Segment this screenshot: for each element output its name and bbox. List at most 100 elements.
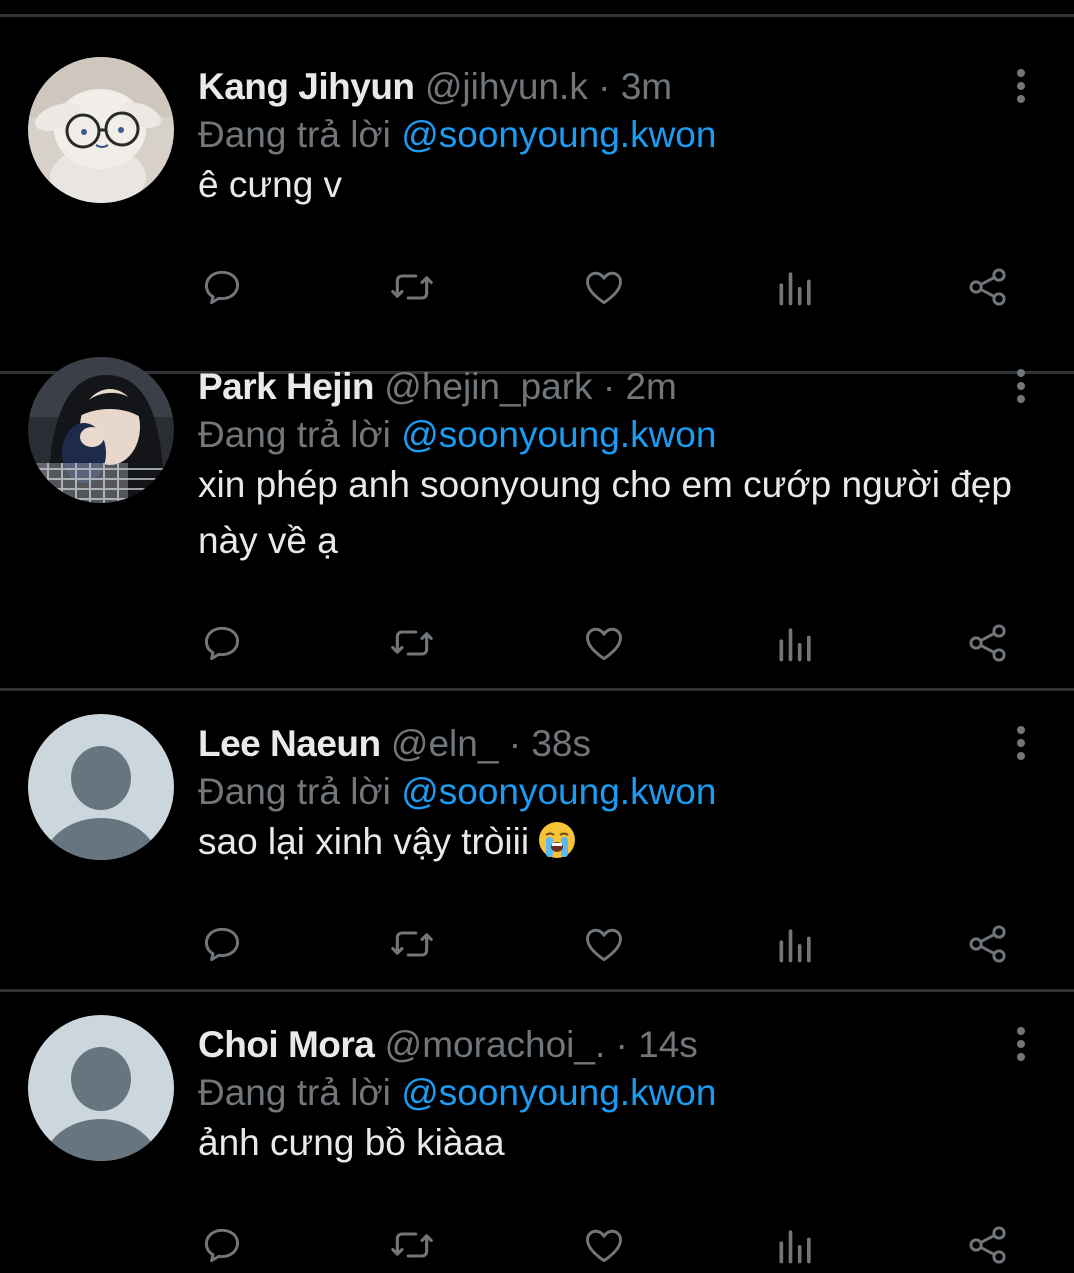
reply-header: Choi Mora @morachoi_. · 14s [198,1023,698,1067]
reply-icon [204,1228,240,1263]
retweet-button[interactable] [388,619,436,667]
heart-icon [586,928,622,962]
heart-icon [586,271,622,305]
reply-text: ảnh cưng bồ kiàaa [198,1115,1058,1171]
share-icon [969,268,1006,306]
separator-dot: · [615,1024,628,1065]
action-bar [198,1221,1028,1273]
retweet-button[interactable] [388,920,436,968]
user-handle[interactable]: @eln_ [391,723,499,764]
reply-text-content: ảnh cưng bồ kiàaa [198,1122,505,1163]
display-name[interactable]: Choi Mora [198,1024,375,1065]
separator-dot: · [598,66,611,107]
reply-text: xin phép anh soonyoung cho em cướp người… [198,457,1058,569]
default-avatar-icon [28,1015,174,1161]
views-icon [779,628,811,662]
replying-to-line: Đang trả lời @soonyoung.kwon [198,770,716,814]
share-button[interactable] [964,619,1012,667]
avatar-plush-image [28,57,174,203]
more-button[interactable] [1002,363,1040,409]
user-handle[interactable]: @morachoi_. [385,1024,606,1065]
share-button[interactable] [964,920,1012,968]
avatar[interactable] [28,357,174,503]
reply-text: ê cưng v [198,157,1058,213]
replying-to-line: Đang trả lời @soonyoung.kwon [198,1071,716,1115]
replying-to-mention[interactable]: @soonyoung.kwon [401,1072,716,1113]
heart-icon [586,627,622,661]
reply-icon [204,270,240,305]
reply-button[interactable] [198,1221,246,1269]
like-button[interactable] [580,263,628,311]
replying-to-mention[interactable]: @soonyoung.kwon [401,414,716,455]
views-button[interactable] [772,920,820,968]
replying-to-prefix: Đang trả lời [198,771,391,812]
retweet-icon [391,931,433,957]
share-icon [969,925,1006,963]
views-icon [779,1230,811,1264]
reply-button[interactable] [198,263,246,311]
separator-dot: · [602,366,616,407]
views-button[interactable] [772,263,820,311]
avatar[interactable] [28,714,174,860]
action-bar [198,920,1028,972]
retweet-button[interactable] [388,1221,436,1269]
avatar[interactable] [28,1015,174,1161]
avatar-girl-image [28,357,174,503]
share-button[interactable] [964,1221,1012,1269]
more-vertical-icon [1017,726,1025,760]
heart-icon [586,1229,622,1263]
default-avatar-icon [28,714,174,860]
avatar[interactable] [28,57,174,203]
more-vertical-icon [1017,69,1025,103]
views-button[interactable] [772,1221,820,1269]
replying-to-prefix: Đang trả lời [198,414,391,455]
reply-item[interactable]: Park Hejin @hejin_park · 2m Đang trả lời… [0,317,1074,691]
timestamp[interactable]: 3m [621,66,672,107]
timestamp[interactable]: 38s [531,723,591,764]
more-vertical-icon [1017,1027,1025,1061]
reply-icon [204,927,240,962]
reply-button[interactable] [198,920,246,968]
display-name[interactable]: Lee Naeun [198,723,381,764]
replying-to-line: Đang trả lời @soonyoung.kwon [198,413,716,457]
display-name[interactable]: Kang Jihyun [198,66,415,107]
user-handle[interactable]: @jihyun.k [425,66,588,107]
timestamp[interactable]: 2m [625,366,676,407]
user-handle[interactable]: @hejin_park [384,366,592,407]
display-name[interactable]: Park Hejin [198,366,374,407]
like-button[interactable] [580,1221,628,1269]
retweet-icon [391,630,433,656]
views-icon [779,272,811,306]
reply-text-content: ê cưng v [198,164,343,205]
loudly-crying-face-icon [539,822,576,858]
reply-header: Lee Naeun @eln_ · 38s [198,722,591,766]
replying-to-prefix: Đang trả lời [198,114,391,155]
more-vertical-icon [1017,369,1025,403]
reply-item[interactable]: Choi Mora @morachoi_. · 14s Đang trả lời… [0,975,1074,1273]
more-button[interactable] [1002,720,1040,766]
share-button[interactable] [964,263,1012,311]
reply-text-content: xin phép anh soonyoung cho em cướp người… [198,464,1012,561]
reply-text-content: sao lại xinh vậy tròiii [198,821,530,862]
timestamp[interactable]: 14s [638,1024,698,1065]
reply-item[interactable]: Lee Naeun @eln_ · 38s Đang trả lời @soon… [0,674,1074,992]
like-button[interactable] [580,619,628,667]
reply-button[interactable] [198,619,246,667]
more-button[interactable] [1002,1021,1040,1067]
replying-to-mention[interactable]: @soonyoung.kwon [401,114,716,155]
reply-header: Park Hejin @hejin_park · 2m [198,365,677,409]
like-button[interactable] [580,920,628,968]
more-button[interactable] [1002,63,1040,109]
share-icon [969,624,1006,662]
retweet-icon [391,274,433,300]
reply-header: Kang Jihyun @jihyun.k · 3m [198,65,672,109]
reply-icon [204,626,240,661]
replying-to-mention[interactable]: @soonyoung.kwon [401,771,716,812]
replying-to-prefix: Đang trả lời [198,1072,391,1113]
retweet-button[interactable] [388,263,436,311]
retweet-icon [391,1232,433,1258]
reply-text: sao lại xinh vậy tròiii [198,814,1058,870]
views-button[interactable] [772,619,820,667]
replying-to-line: Đang trả lời @soonyoung.kwon [198,113,716,157]
action-bar [198,619,1028,671]
